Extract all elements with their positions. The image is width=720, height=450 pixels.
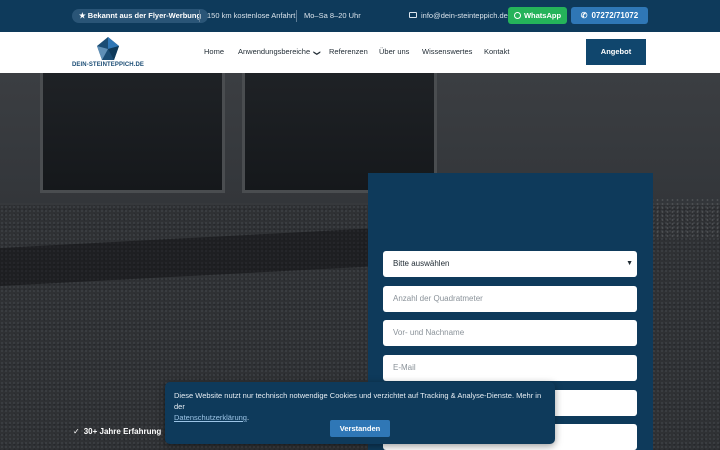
nav-referenzen[interactable]: Referenzen [329, 47, 368, 57]
trust-item-experience: ✓ 30+ Jahre Erfahrung [73, 427, 161, 436]
whatsapp-icon [513, 12, 521, 19]
logo-mark-icon [97, 37, 119, 60]
hero-window [40, 73, 225, 193]
site-logo[interactable]: DEIN-STEINTEPPICH.DE [72, 36, 144, 70]
cookie-banner: Diese Website nutzt nur technisch notwen… [165, 382, 555, 444]
email-input[interactable]: E-Mail [383, 355, 637, 381]
cookie-notice-period: . [246, 413, 250, 422]
travel-info: 150 km kostenlose Anfahrt [207, 11, 296, 20]
whatsapp-button[interactable]: WhatsApp [508, 7, 567, 24]
offer-button[interactable]: Angebot [586, 39, 646, 65]
logo-text: DEIN-STEINTEPPICH.DE [72, 62, 145, 68]
service-select-value: Bitte auswählen [393, 259, 450, 268]
email-link[interactable]: info@dein-steinteppich.de [409, 10, 508, 22]
cookie-notice-text: Diese Website nutzt nur technisch notwen… [174, 391, 542, 411]
nav-kontakt[interactable]: Kontakt [484, 47, 509, 57]
divider [199, 10, 200, 22]
nav-home[interactable]: Home [204, 47, 224, 57]
chevron-down-icon: ❯ [313, 50, 321, 56]
whatsapp-label: WhatsApp [523, 11, 562, 20]
nav-ueber-uns[interactable]: Über uns [379, 47, 409, 57]
flyer-badge: ★ Bekannt aus der Flyer-Werbung [72, 9, 209, 23]
trust-item-label: 30+ Jahre Erfahrung [83, 427, 162, 436]
mail-icon [409, 12, 417, 18]
nav-anwendungsbereiche-label: Anwendungsbereiche [238, 47, 311, 56]
name-input[interactable]: Vor- und Nachname [383, 320, 637, 346]
phone-icon: ✆ [580, 11, 588, 20]
main-navigation: DEIN-STEINTEPPICH.DE Home Anwendungsbere… [0, 32, 720, 73]
top-bar: ★ Bekannt aus der Flyer-Werbung 150 km k… [0, 0, 720, 32]
phone-label: 07272/71072 [591, 11, 639, 20]
phone-button[interactable]: ✆ 07272/71072 [571, 7, 648, 24]
opening-hours: Mo–Sa 8–20 Uhr [304, 11, 361, 20]
accept-cookies-button[interactable]: Verstanden [330, 420, 390, 437]
check-icon: ✓ [73, 427, 80, 436]
caret-down-icon: ▼ [626, 260, 633, 267]
service-select[interactable]: Bitte auswählen ▼ [383, 251, 637, 277]
nav-wissenswertes[interactable]: Wissenswertes [422, 47, 472, 57]
privacy-policy-link[interactable]: Datenschutzerklärung [174, 413, 247, 422]
divider [296, 10, 297, 22]
cookie-notice: Diese Website nutzt nur technisch notwen… [174, 390, 549, 423]
email-text: info@dein-steinteppich.de [421, 11, 508, 20]
nav-anwendungsbereiche[interactable]: Anwendungsbereiche ❯ [238, 47, 321, 58]
square-meters-input[interactable]: Anzahl der Quadratmeter [383, 286, 637, 312]
